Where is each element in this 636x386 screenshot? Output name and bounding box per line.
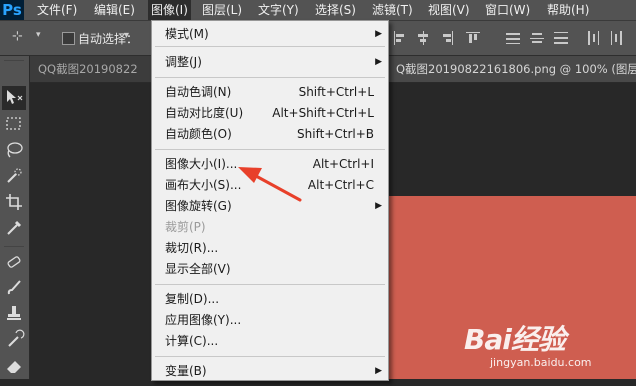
menu-item-label: 调整(J) [165, 55, 202, 69]
menu-item-label: 计算(C)... [165, 334, 219, 348]
menu-type[interactable]: 文字(Y) [255, 0, 302, 20]
menu-item-calculations[interactable]: 计算(C)... [152, 331, 388, 351]
menu-help[interactable]: 帮助(H) [544, 0, 592, 20]
menu-filter[interactable]: 滤镜(T) [369, 0, 416, 20]
menu-item-shortcut: Alt+Shift+Ctrl+L [272, 106, 374, 120]
submenu-arrow-icon: ▶ [375, 57, 382, 67]
watermark-url: jingyan.baidu.com [490, 356, 592, 369]
menu-item-shortcut: Shift+Ctrl+B [297, 127, 374, 141]
menu-item-shortcut: Shift+Ctrl+L [298, 85, 374, 99]
document-tab[interactable]: QQ截图20190822 [30, 56, 158, 82]
menu-item-label: 复制(D)... [165, 292, 220, 306]
distribute-middle-icon[interactable] [530, 31, 544, 45]
menu-view[interactable]: 视图(V) [425, 0, 473, 20]
marquee-tool-icon[interactable] [2, 112, 26, 136]
quick-selection-tool-icon[interactable] [2, 164, 26, 188]
baidu-jingyan-watermark: Bai经验 jingyan.baidu.com [464, 318, 636, 378]
watermark-logo: Bai经验 [464, 323, 566, 356]
menu-item-label: 变量(B) [165, 364, 207, 378]
menu-item-shortcut: Alt+Ctrl+I [312, 157, 374, 171]
menu-item-auto-contrast[interactable]: 自动对比度(U) Alt+Shift+Ctrl+L [152, 103, 388, 123]
submenu-arrow-icon: ▶ [375, 366, 382, 376]
menu-item-label: 应用图像(Y)... [165, 313, 242, 327]
eyedropper-tool-icon[interactable] [2, 216, 26, 240]
align-right-icon[interactable] [440, 31, 454, 45]
image-menu-dropdown: 模式(M) ▶ 调整(J) ▶ 自动色调(N) Shift+Ctrl+L 自动对… [151, 20, 389, 381]
tool-preset-arrow-icon[interactable]: ▾ [36, 30, 41, 40]
clone-stamp-tool-icon[interactable] [2, 302, 26, 326]
distribute-right-icon[interactable] [610, 31, 624, 45]
menu-item-label: 自动颜色(O) [165, 127, 232, 141]
menu-item-label: 显示全部(V) [165, 262, 231, 276]
menu-item-label: 自动色调(N) [165, 85, 232, 99]
menu-item-duplicate[interactable]: 复制(D)... [152, 289, 388, 309]
menu-item-label: 模式(M) [165, 27, 209, 41]
lasso-tool-icon[interactable] [2, 138, 26, 162]
history-brush-tool-icon[interactable] [2, 328, 26, 352]
menu-image[interactable]: 图像(I) [148, 0, 191, 20]
distribute-bottom-icon[interactable] [554, 31, 568, 45]
move-tool-icon[interactable] [2, 86, 26, 110]
menu-bar: Ps 文件(F) 编辑(E) 图像(I) 图层(L) 文字(Y) 选择(S) 滤… [0, 0, 636, 21]
brush-tool-icon[interactable] [2, 276, 26, 300]
document-tab-active[interactable]: Q截图20190822161806.png @ 100% (图层 1, [388, 56, 636, 82]
menu-item-reveal-all[interactable]: 显示全部(V) [152, 259, 388, 279]
menu-edit[interactable]: 编辑(E) [91, 0, 138, 20]
menu-item-label: 裁剪(P) [165, 220, 206, 234]
menu-item-label: 画布大小(S)... [165, 178, 242, 192]
align-center-icon[interactable] [416, 31, 430, 45]
menu-item-canvas-size[interactable]: 画布大小(S)... Alt+Ctrl+C [152, 175, 388, 195]
align-left-icon[interactable] [393, 31, 407, 45]
menu-item-variables[interactable]: 变量(B) ▶ [152, 361, 388, 381]
menu-item-trim[interactable]: 裁切(R)... [152, 238, 388, 258]
menu-item-label: 裁切(R)... [165, 241, 219, 255]
menu-file[interactable]: 文件(F) [34, 0, 80, 20]
menu-item-label: 图像旋转(G) [165, 199, 232, 213]
healing-brush-tool-icon[interactable] [2, 250, 26, 274]
menu-item-label: 自动对比度(U) [165, 106, 244, 120]
menu-item-adjustments[interactable]: 调整(J) ▶ [152, 52, 388, 72]
menu-item-mode[interactable]: 模式(M) ▶ [152, 24, 388, 44]
move-tool-icon[interactable]: ⊹ [12, 29, 23, 44]
menu-item-apply-image[interactable]: 应用图像(Y)... [152, 310, 388, 330]
photoshop-logo: Ps [0, 0, 24, 20]
menu-item-label: 图像大小(I)... [165, 157, 238, 171]
distribute-horizontal-icon[interactable] [586, 31, 600, 45]
menu-layer[interactable]: 图层(L) [199, 0, 245, 20]
align-top-icon[interactable] [466, 31, 480, 45]
crop-tool-icon[interactable] [2, 190, 26, 214]
menu-item-image-rotation[interactable]: 图像旋转(G) ▶ [152, 196, 388, 216]
menu-item-crop: 裁剪(P) [152, 217, 388, 237]
auto-select-dropdown-icon[interactable]: ▾ [124, 30, 129, 41]
submenu-arrow-icon: ▶ [375, 29, 382, 39]
tools-panel [0, 56, 30, 379]
menu-item-auto-color[interactable]: 自动颜色(O) Shift+Ctrl+B [152, 124, 388, 144]
submenu-arrow-icon: ▶ [375, 201, 382, 211]
menu-item-image-size[interactable]: 图像大小(I)... Alt+Ctrl+I [152, 154, 388, 174]
auto-select-checkbox[interactable] [62, 32, 75, 45]
menu-window[interactable]: 窗口(W) [482, 0, 533, 20]
menu-select[interactable]: 选择(S) [312, 0, 359, 20]
distribute-top-icon[interactable] [506, 31, 520, 45]
menu-item-auto-tone[interactable]: 自动色调(N) Shift+Ctrl+L [152, 82, 388, 102]
eraser-tool-icon[interactable] [2, 354, 26, 378]
menu-item-shortcut: Alt+Ctrl+C [307, 178, 374, 192]
